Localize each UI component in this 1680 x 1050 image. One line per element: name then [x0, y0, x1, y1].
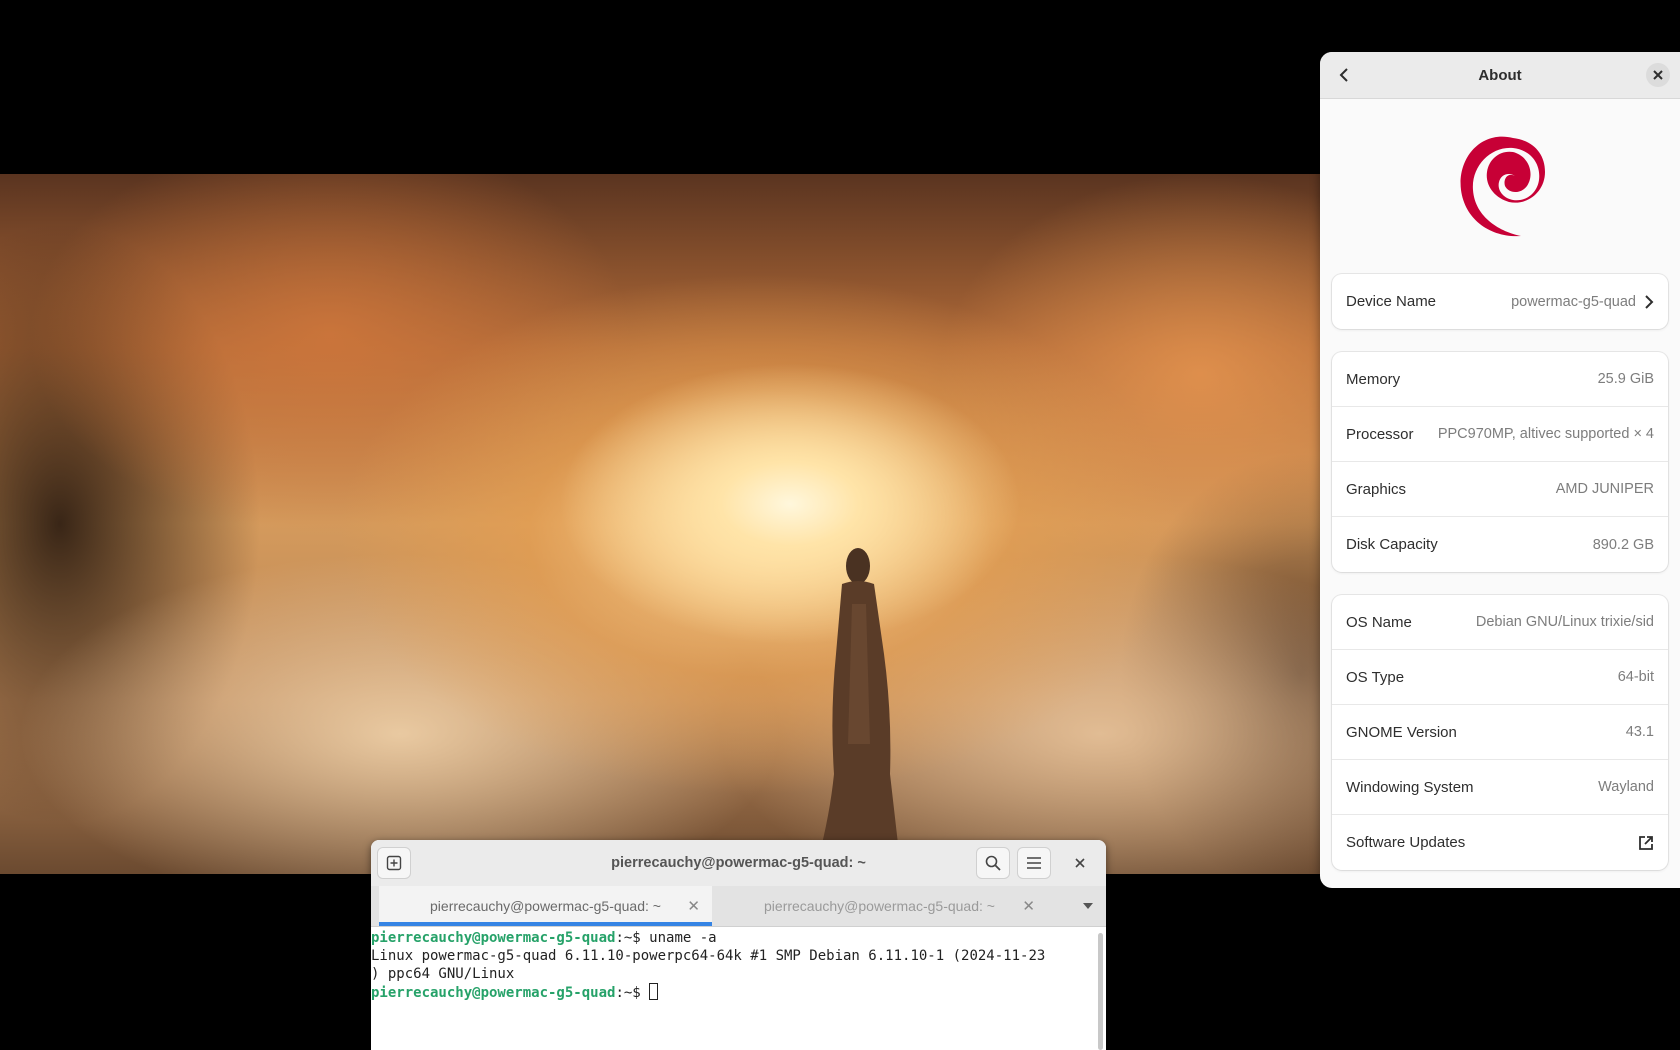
terminal-tab-active[interactable]: pierrecauchy@powermac-g5-quad: ~ ✕: [379, 886, 712, 926]
tab-close-icon[interactable]: ✕: [687, 897, 700, 915]
prompt-user: pierrecauchy@powermac-g5-quad: [371, 985, 616, 1001]
windowing-system-value: Wayland: [1598, 779, 1654, 795]
processor-row: Processor PPC970MP, altivec supported × …: [1332, 407, 1668, 462]
os-name-row: OS Name Debian GNU/Linux trixie/sid: [1332, 595, 1668, 650]
prompt-suffix: :~$: [615, 985, 650, 1001]
gnome-version-label: GNOME Version: [1346, 723, 1457, 741]
software-updates-row[interactable]: Software Updates: [1332, 815, 1668, 870]
prompt-suffix: :~$: [615, 930, 650, 946]
terminal-tab-bar: pierrecauchy@powermac-g5-quad: ~ ✕ pierr…: [371, 886, 1106, 927]
graphics-row: Graphics AMD JUNIPER: [1332, 462, 1668, 517]
about-window: About Device Name powermac-g5-quad Memor…: [1320, 52, 1680, 888]
hamburger-menu-icon: [1027, 857, 1041, 869]
tab-label: pierrecauchy@powermac-g5-quad: ~: [764, 898, 995, 914]
graphics-label: Graphics: [1346, 480, 1407, 498]
windowing-system-label: Windowing System: [1346, 778, 1474, 796]
software-card: OS Name Debian GNU/Linux trixie/sid OS T…: [1332, 595, 1668, 870]
os-type-label: OS Type: [1346, 668, 1405, 686]
software-updates-label: Software Updates: [1346, 834, 1466, 851]
windowing-system-row: Windowing System Wayland: [1332, 760, 1668, 815]
output-line: ) ppc64 GNU/Linux: [371, 966, 515, 982]
tab-label: pierrecauchy@powermac-g5-quad: ~: [430, 898, 661, 914]
command-text: uname -a: [649, 930, 717, 946]
disk-capacity-label: Disk Capacity: [1346, 536, 1438, 553]
gnome-version-row: GNOME Version 43.1: [1332, 705, 1668, 760]
gnome-version-value: 43.1: [1625, 724, 1654, 740]
os-name-label: OS Name: [1346, 613, 1412, 631]
debian-logo: [1460, 136, 1545, 237]
search-button[interactable]: [976, 847, 1010, 879]
memory-label: Memory: [1346, 370, 1401, 388]
memory-value: 25.9 GiB: [1597, 371, 1654, 387]
search-icon: [985, 855, 1001, 871]
os-name-value: Debian GNU/Linux trixie/sid: [1475, 614, 1654, 630]
chevron-left-icon: [1339, 68, 1348, 82]
terminal-window: pierrecauchy@powermac-g5-quad: ~ pierrec…: [371, 840, 1106, 1050]
disk-capacity-value: 890.2 GB: [1592, 536, 1654, 553]
chevron-right-icon: [1645, 294, 1654, 309]
prompt-user: pierrecauchy@powermac-g5-quad: [371, 930, 616, 946]
hardware-card: Memory 25.9 GiB Processor PPC970MP, alti…: [1332, 352, 1668, 572]
about-title: About: [1478, 66, 1522, 84]
new-tab-button[interactable]: [377, 847, 411, 879]
close-button[interactable]: [1646, 63, 1670, 87]
robed-figure-silhouette: [818, 548, 898, 860]
terminal-title: pierrecauchy@powermac-g5-quad: ~: [611, 855, 866, 871]
processor-label: Processor: [1346, 425, 1414, 443]
device-name-row[interactable]: Device Name powermac-g5-quad: [1332, 274, 1668, 329]
output-line: Linux powermac-g5-quad 6.11.10-powerpc64…: [371, 948, 1046, 964]
os-type-value: 64-bit: [1617, 669, 1654, 685]
tab-close-icon[interactable]: ✕: [1022, 897, 1035, 915]
graphics-value: AMD JUNIPER: [1555, 481, 1654, 497]
processor-value: PPC970MP, altivec supported × 4: [1437, 426, 1654, 442]
new-tab-icon: [386, 855, 402, 871]
menu-button[interactable]: [1017, 847, 1051, 879]
close-icon: [1653, 70, 1663, 80]
device-name-label: Device Name: [1346, 293, 1437, 310]
terminal-header: pierrecauchy@powermac-g5-quad: ~: [371, 840, 1106, 886]
device-name-value: powermac-g5-quad: [1511, 293, 1636, 310]
terminal-close-button[interactable]: [1071, 854, 1089, 872]
memory-row: Memory 25.9 GiB: [1332, 352, 1668, 407]
os-type-row: OS Type 64-bit: [1332, 650, 1668, 705]
desktop-wallpaper: [0, 174, 1320, 874]
close-icon: [1075, 858, 1085, 868]
active-tab-indicator: [379, 922, 712, 926]
tab-list-dropdown[interactable]: [1080, 898, 1096, 914]
chevron-down-icon: [1083, 903, 1093, 909]
about-header: About: [1320, 52, 1680, 99]
terminal-scrollbar[interactable]: [1098, 933, 1103, 1050]
device-card: Device Name powermac-g5-quad: [1332, 274, 1668, 329]
text-cursor: [649, 983, 659, 1000]
back-button[interactable]: [1330, 61, 1358, 89]
terminal-tab-inactive[interactable]: pierrecauchy@powermac-g5-quad: ~ ✕: [712, 886, 1047, 926]
terminal-output[interactable]: pierrecauchy@powermac-g5-quad:~$ uname -…: [371, 927, 1106, 1002]
external-link-icon: [1639, 835, 1653, 850]
disk-capacity-row: Disk Capacity 890.2 GB: [1332, 517, 1668, 572]
